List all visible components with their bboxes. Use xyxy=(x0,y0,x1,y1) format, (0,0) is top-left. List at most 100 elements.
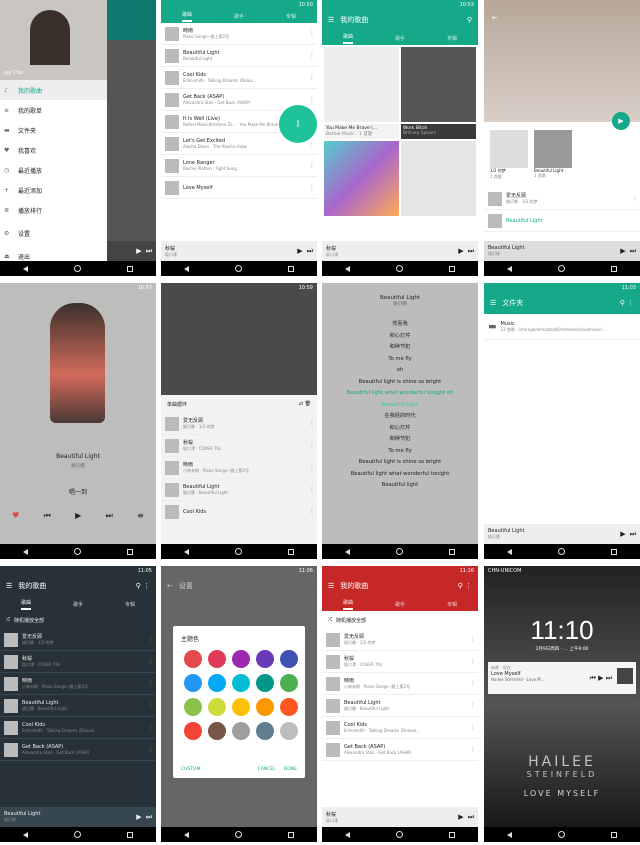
color-swatch[interactable] xyxy=(208,722,226,740)
color-swatch[interactable] xyxy=(256,698,274,716)
tab[interactable]: 专辑 xyxy=(447,601,457,608)
song-row[interactable]: 爱无反顾 姚贝娜 · 1/2 的梦 ⋮ xyxy=(322,629,478,651)
color-swatch[interactable] xyxy=(208,674,226,692)
more-icon[interactable]: ⋮ xyxy=(309,30,315,37)
more-icon[interactable]: ⋮ xyxy=(309,96,315,103)
color-swatch[interactable] xyxy=(256,650,274,668)
color-swatch[interactable] xyxy=(232,650,250,668)
more-icon[interactable]: ⋮ xyxy=(309,140,315,147)
song-row[interactable]: 爱无反顾 姚贝娜 · 1/2 的梦 ⋮ xyxy=(161,413,317,435)
drawer-item[interactable]: ⚙ 设置 xyxy=(0,220,107,246)
song-row[interactable]: Love Myself ⋮ xyxy=(161,177,317,199)
drawer-item[interactable]: ♥ 我喜欢 xyxy=(0,140,107,160)
tab[interactable]: 歌曲 xyxy=(181,11,192,22)
more-icon[interactable]: ⋮ xyxy=(148,746,154,753)
song-row[interactable]: Cool Kids Echosmith · Talking Dreams (Del… xyxy=(322,717,478,739)
song-row[interactable]: 秋桜 坂口澪 · COVER 70s ⋮ xyxy=(322,651,478,673)
tab[interactable]: 专辑 xyxy=(447,35,457,42)
drawer-item[interactable]: ▬ 文件夹 xyxy=(0,120,107,140)
cancel-button[interactable]: CANCEL xyxy=(258,767,276,772)
custom-button[interactable]: CUSTOM xyxy=(181,767,200,772)
more-icon[interactable]: ⋮ xyxy=(309,162,315,169)
tab[interactable]: 歌曲 xyxy=(20,599,31,610)
song-row[interactable]: Cool Kids ⋮ xyxy=(161,501,317,523)
tab[interactable]: 歌手 xyxy=(395,601,405,608)
song-row[interactable]: 爱无反顾 姚贝娜 · 1/2 的梦 ⋮ xyxy=(0,629,156,651)
folder-item[interactable]: ▬ Music 12 首歌 · /storage/emulated/0/neteas… xyxy=(484,314,640,340)
scroll-fab[interactable]: I xyxy=(279,105,317,143)
tab[interactable]: 专辑 xyxy=(286,13,296,20)
tab[interactable]: 歌手 xyxy=(395,35,405,42)
play-button[interactable]: ▶ xyxy=(75,511,81,521)
album-cover[interactable] xyxy=(324,141,399,216)
drawer-item[interactable]: + 最近添加 xyxy=(0,180,107,200)
more-icon[interactable]: ⋮ xyxy=(470,724,476,731)
color-swatch[interactable] xyxy=(256,674,274,692)
done-button[interactable]: DONE xyxy=(284,767,297,772)
drawer-item[interactable]: ≣ 播放排行 xyxy=(0,200,107,220)
song-row[interactable]: 時雨 Piano Songs~路上第2号 ⋮ xyxy=(161,23,317,45)
drawer-item[interactable]: ≡ 我的歌单 xyxy=(0,100,107,120)
color-swatch[interactable] xyxy=(184,650,202,668)
color-swatch[interactable] xyxy=(184,698,202,716)
more-icon[interactable]: ⋮ xyxy=(470,746,476,753)
more-icon[interactable]: ⋮ xyxy=(148,680,154,687)
drawer-item[interactable]: ◷ 最近播放 xyxy=(0,160,107,180)
color-swatch[interactable] xyxy=(280,650,298,668)
song-row[interactable]: Beautiful Light 姚贝娜 · Beautiful Light ⋮ xyxy=(161,479,317,501)
more-icon[interactable]: ⋮ xyxy=(470,636,476,643)
album-cover[interactable] xyxy=(401,47,476,122)
tab[interactable]: 歌曲 xyxy=(342,33,353,44)
song-row[interactable]: Lone Ranger Rachel Platten · Fight Song ⋮ xyxy=(161,155,317,177)
menu-icon[interactable]: ☰ xyxy=(328,16,334,24)
color-swatch[interactable] xyxy=(232,674,250,692)
more-icon[interactable]: ⋮ xyxy=(148,636,154,643)
next-icon[interactable]: ⏭ xyxy=(146,247,152,256)
tab[interactable]: 歌手 xyxy=(73,601,83,608)
search-icon[interactable]: ⚲ xyxy=(467,16,472,24)
color-swatch[interactable] xyxy=(184,674,202,692)
back-icon[interactable]: ← xyxy=(492,14,498,22)
more-icon[interactable]: ⋮ xyxy=(309,508,315,515)
color-swatch[interactable] xyxy=(256,722,274,740)
album-cover[interactable] xyxy=(324,47,399,122)
more-icon[interactable]: ⋮ xyxy=(148,724,154,731)
color-swatch[interactable] xyxy=(280,698,298,716)
tab[interactable]: 歌曲 xyxy=(342,599,353,610)
song-row[interactable]: Beautiful Light 姚贝娜 · Beautiful Light ⋮ xyxy=(0,695,156,717)
more-icon[interactable]: ⋮ xyxy=(148,658,154,665)
song-row[interactable]: Beautiful Light Beautiful Light ⋮ xyxy=(161,45,317,67)
more-icon[interactable]: ⋮ xyxy=(309,464,315,471)
color-swatch[interactable] xyxy=(208,698,226,716)
more-icon[interactable]: ⋮ xyxy=(470,680,476,687)
more-icon[interactable]: ⋮ xyxy=(309,486,315,493)
more-icon[interactable]: ⋮ xyxy=(470,702,476,709)
song-row[interactable]: 時雨 小林未郁 · Piano Songs~路上第2号 ⋮ xyxy=(322,673,478,695)
color-swatch[interactable] xyxy=(232,698,250,716)
song-row[interactable]: Get Back (ASAP) Alexandra Stan · Get Back… xyxy=(322,739,478,761)
more-icon[interactable]: ⋮ xyxy=(309,420,315,427)
more-icon[interactable]: ⋮ xyxy=(148,702,154,709)
more-icon[interactable]: ⋮ xyxy=(309,442,315,449)
tab[interactable]: 专辑 xyxy=(125,601,135,608)
color-swatch[interactable] xyxy=(280,674,298,692)
song-row[interactable]: Cool Kids Echosmith · Talking Dreams (Del… xyxy=(161,67,317,89)
song-row[interactable]: 時雨 小林未郁 · Piano Songs~路上第2号 ⋮ xyxy=(161,457,317,479)
song-row[interactable]: 秋桜 坂口澪 · COVER 70s ⋮ xyxy=(161,435,317,457)
more-icon[interactable]: ⋮ xyxy=(309,74,315,81)
album-cover[interactable] xyxy=(401,141,476,216)
drawer-item[interactable]: ♪ 我的歌曲 xyxy=(0,80,107,100)
song-row[interactable]: 秋桜 坂口澪 · COVER 70s ⋮ xyxy=(0,651,156,673)
song-row[interactable]: Beautiful Light 姚贝娜 · Beautiful Light ⋮ xyxy=(322,695,478,717)
tab[interactable]: 歌手 xyxy=(234,13,244,20)
more-icon[interactable]: ⋮ xyxy=(470,658,476,665)
song-row[interactable]: 時雨 小林未郁 · Piano Songs~路上第2号 ⋮ xyxy=(0,673,156,695)
song-row[interactable]: Cool Kids Echosmith · Talking Dreams (Del… xyxy=(0,717,156,739)
song-row[interactable]: Get Back (ASAP) Alexandra Stan · Get Back… xyxy=(0,739,156,761)
color-swatch[interactable] xyxy=(208,650,226,668)
more-icon[interactable]: ⋮ xyxy=(309,52,315,59)
play-fab[interactable]: ▶ xyxy=(612,112,630,130)
play-icon[interactable]: ▶ xyxy=(136,247,141,255)
color-swatch[interactable] xyxy=(280,722,298,740)
media-notification[interactable]: 新歌 · 现在 Love Myself Hailee Steinfeld - L… xyxy=(488,662,636,694)
